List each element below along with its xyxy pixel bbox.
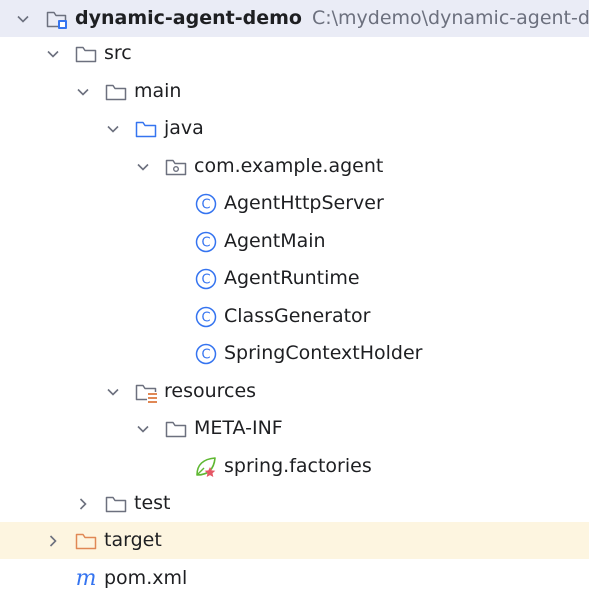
tree-row-java[interactable]: java <box>0 110 589 147</box>
excluded-folder-icon <box>74 529 98 553</box>
chevron-down-icon[interactable] <box>103 373 123 410</box>
svg-text:m: m <box>76 567 97 591</box>
tree-row-class[interactable]: C SpringContextHolder <box>0 335 589 372</box>
spring-factories-icon <box>194 455 218 479</box>
tree-label-main: main <box>134 80 182 102</box>
tree-row-meta-inf[interactable]: META-INF <box>0 410 589 447</box>
chevron-down-icon[interactable] <box>133 148 153 185</box>
tree-label-resources: resources <box>164 380 257 402</box>
class-icon: C <box>194 230 218 254</box>
chevron-down-icon[interactable] <box>43 35 63 72</box>
tree-label-pom: pom.xml <box>104 567 188 589</box>
tree-label-class: ClassGenerator <box>224 305 371 327</box>
chevron-right-icon[interactable] <box>73 485 93 522</box>
tree-row-src[interactable]: src <box>0 35 589 72</box>
tree-row-package[interactable]: com.example.agent <box>0 148 589 185</box>
chevron-down-icon[interactable] <box>13 0 33 37</box>
chevron-down-icon[interactable] <box>133 410 153 447</box>
tree-row-class[interactable]: C AgentRuntime <box>0 260 589 297</box>
svg-text:C: C <box>201 311 210 326</box>
folder-icon <box>164 417 188 441</box>
tree-label-class: AgentHttpServer <box>224 192 384 214</box>
tree-label-spring-factories: spring.factories <box>224 455 372 477</box>
tree-label-src: src <box>104 42 132 64</box>
svg-text:C: C <box>201 273 210 288</box>
tree-label-class: SpringContextHolder <box>224 342 423 364</box>
class-icon: C <box>194 192 218 216</box>
tree-label-test: test <box>134 492 171 514</box>
svg-text:C: C <box>201 198 210 213</box>
resources-root-folder-icon <box>134 380 158 404</box>
folder-icon <box>104 492 128 516</box>
class-icon: C <box>194 342 218 366</box>
tree-row-class[interactable]: C AgentHttpServer <box>0 185 589 222</box>
tree-label-class: AgentRuntime <box>224 267 360 289</box>
tree-row-resources[interactable]: resources <box>0 373 589 410</box>
chevron-down-icon[interactable] <box>73 73 93 110</box>
source-root-folder-icon <box>134 117 158 141</box>
chevron-right-icon[interactable] <box>43 522 63 559</box>
tree-row-pom[interactable]: m pom.xml <box>0 560 589 597</box>
tree-label-target: target <box>104 529 162 551</box>
tree-row-spring-factories[interactable]: spring.factories <box>0 448 589 485</box>
folder-icon <box>74 42 98 66</box>
tree-row-project-root[interactable]: dynamic-agent-demo C:\mydemo\dynamic-agen… <box>0 0 589 37</box>
tree-row-main[interactable]: main <box>0 73 589 110</box>
tree-row-class[interactable]: C AgentMain <box>0 223 589 260</box>
module-folder-icon <box>45 7 69 31</box>
chevron-down-icon[interactable] <box>103 110 123 147</box>
tree-label-package: com.example.agent <box>194 155 384 177</box>
svg-text:C: C <box>201 348 210 363</box>
class-icon: C <box>194 305 218 329</box>
folder-icon <box>104 80 128 104</box>
tree-label-class: AgentMain <box>224 230 326 252</box>
project-name: dynamic-agent-demo <box>75 7 302 29</box>
tree-row-test[interactable]: test <box>0 485 589 522</box>
tree-label-java: java <box>164 117 204 139</box>
package-icon <box>164 155 188 179</box>
project-tree: dynamic-agent-demo C:\mydemo\dynamic-agen… <box>0 0 589 597</box>
maven-icon: m <box>74 567 98 591</box>
project-path: C:\mydemo\dynamic-agent-d <box>311 7 589 29</box>
tree-row-target[interactable]: target <box>0 522 589 559</box>
class-icon: C <box>194 267 218 291</box>
tree-row-class[interactable]: C ClassGenerator <box>0 298 589 335</box>
svg-text:C: C <box>201 236 210 251</box>
tree-label-meta-inf: META-INF <box>194 417 283 439</box>
